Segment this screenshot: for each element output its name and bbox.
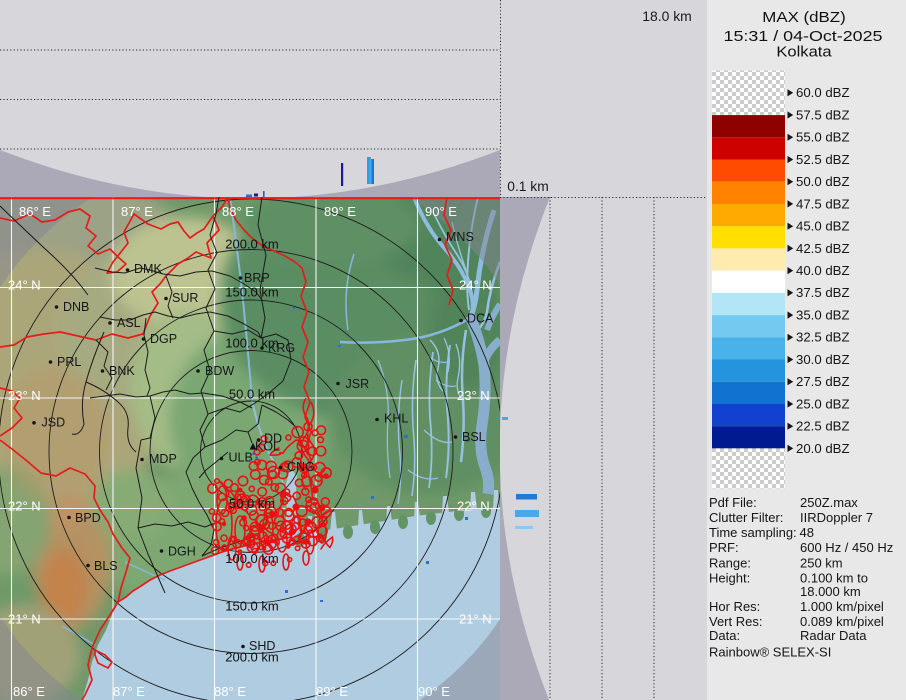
svg-text:SUR: SUR: [172, 291, 198, 305]
svg-text:50.0 km: 50.0 km: [229, 496, 275, 511]
svg-text:KOL: KOL: [255, 440, 280, 454]
svg-text:MDP: MDP: [149, 452, 177, 466]
svg-text:40.0 dBZ: 40.0 dBZ: [796, 263, 850, 278]
svg-text:47.5 dBZ: 47.5 dBZ: [796, 196, 850, 211]
svg-text:22° N: 22° N: [8, 499, 41, 514]
svg-text:21° N: 21° N: [459, 612, 492, 627]
svg-text:Time sampling:: Time sampling:: [709, 525, 797, 540]
svg-text:Radar Data: Radar Data: [800, 628, 867, 643]
svg-text:90° E: 90° E: [418, 684, 450, 699]
svg-text:87° E: 87° E: [113, 684, 145, 699]
svg-text:55.0 dBZ: 55.0 dBZ: [796, 130, 850, 145]
svg-text:JSD: JSD: [42, 416, 66, 430]
svg-text:Rainbow® SELEX-SI: Rainbow® SELEX-SI: [709, 644, 831, 659]
svg-text:21° N: 21° N: [8, 612, 41, 627]
svg-text:52.5 dBZ: 52.5 dBZ: [796, 152, 850, 167]
svg-text:Height:: Height:: [709, 570, 750, 585]
svg-text:PRF:: PRF:: [709, 540, 739, 555]
svg-text:150.0 km: 150.0 km: [225, 285, 278, 300]
svg-text:KRG: KRG: [268, 341, 295, 355]
svg-text:89° E: 89° E: [324, 204, 356, 219]
svg-text:Hor Res:: Hor Res:: [709, 599, 760, 614]
svg-text:150.0 km: 150.0 km: [225, 599, 278, 614]
svg-text:89° E: 89° E: [316, 684, 348, 699]
svg-text:0.1 km: 0.1 km: [507, 179, 548, 194]
svg-text:Data:: Data:: [709, 628, 740, 643]
svg-text:15:31 / 04-Oct-2025: 15:31 / 04-Oct-2025: [724, 29, 883, 45]
svg-text:250 km: 250 km: [800, 555, 843, 570]
svg-text:Vert Res:: Vert Res:: [709, 614, 762, 629]
svg-text:BPD: BPD: [75, 511, 101, 525]
svg-text:23° N: 23° N: [8, 388, 41, 403]
svg-text:DMK: DMK: [134, 262, 162, 276]
svg-text:88° E: 88° E: [214, 684, 246, 699]
svg-text:30.0 dBZ: 30.0 dBZ: [796, 352, 850, 367]
svg-text:600 Hz / 450 Hz: 600 Hz / 450 Hz: [800, 540, 893, 555]
svg-text:0.089 km/pixel: 0.089 km/pixel: [800, 614, 884, 629]
svg-text:PRL: PRL: [57, 355, 81, 369]
svg-text:27.5 dBZ: 27.5 dBZ: [796, 374, 850, 389]
svg-text:BRP: BRP: [244, 271, 270, 285]
svg-text:45.0 dBZ: 45.0 dBZ: [796, 219, 850, 234]
svg-text:88° E: 88° E: [222, 204, 254, 219]
svg-text:Range:: Range:: [709, 555, 751, 570]
svg-text:42.5 dBZ: 42.5 dBZ: [796, 241, 850, 256]
svg-text:23° N: 23° N: [457, 388, 490, 403]
svg-text:DGH: DGH: [168, 545, 196, 559]
svg-text:90° E: 90° E: [425, 204, 457, 219]
svg-text:DNB: DNB: [63, 300, 89, 314]
svg-text:22° N: 22° N: [457, 499, 490, 514]
svg-text:Pdf File:: Pdf File:: [709, 495, 757, 510]
svg-text:24° N: 24° N: [459, 278, 492, 293]
svg-text:24° N: 24° N: [8, 278, 41, 293]
svg-text:BSL: BSL: [462, 430, 486, 444]
svg-text:CNG: CNG: [287, 460, 315, 474]
svg-text:MAX (dBZ): MAX (dBZ): [762, 10, 845, 26]
svg-text:57.5 dBZ: 57.5 dBZ: [796, 107, 850, 122]
svg-text:86° E: 86° E: [13, 684, 45, 699]
svg-text:BDW: BDW: [205, 364, 234, 378]
svg-text:ASL: ASL: [117, 316, 141, 330]
svg-text:35.0 dBZ: 35.0 dBZ: [796, 307, 850, 322]
svg-text:50.0 dBZ: 50.0 dBZ: [796, 174, 850, 189]
svg-text:37.5 dBZ: 37.5 dBZ: [796, 285, 850, 300]
svg-text:Kolkata: Kolkata: [776, 45, 832, 61]
svg-text:50.0 km: 50.0 km: [229, 387, 275, 402]
svg-text:MNS: MNS: [446, 230, 474, 244]
svg-text:Clutter Filter:: Clutter Filter:: [709, 510, 783, 525]
svg-text:JSR: JSR: [346, 377, 370, 391]
svg-text:18.000 km: 18.000 km: [800, 584, 861, 599]
svg-text:KHL: KHL: [384, 412, 408, 426]
svg-text:250Z.max: 250Z.max: [800, 495, 858, 510]
svg-text:48: 48: [800, 525, 814, 540]
svg-text:BNK: BNK: [109, 364, 135, 378]
svg-text:DCA: DCA: [467, 312, 494, 326]
svg-text:32.5 dBZ: 32.5 dBZ: [796, 330, 850, 345]
svg-text:100.0 km: 100.0 km: [225, 551, 278, 566]
svg-text:87° E: 87° E: [121, 204, 153, 219]
svg-text:25.0 dBZ: 25.0 dBZ: [796, 396, 850, 411]
svg-text:IIRDoppler 7: IIRDoppler 7: [800, 510, 873, 525]
svg-text:60.0 dBZ: 60.0 dBZ: [796, 85, 850, 100]
svg-text:86° E: 86° E: [19, 204, 51, 219]
svg-text:BLS: BLS: [94, 559, 118, 573]
svg-text:ULB: ULB: [229, 451, 253, 465]
svg-text:18.0 km: 18.0 km: [642, 9, 692, 24]
svg-text:DGP: DGP: [150, 332, 177, 346]
svg-text:22.5 dBZ: 22.5 dBZ: [796, 419, 850, 434]
svg-text:SHD: SHD: [249, 639, 275, 653]
svg-text:20.0 dBZ: 20.0 dBZ: [796, 441, 850, 456]
svg-text:200.0 km: 200.0 km: [225, 237, 278, 252]
svg-text:1.000 km/pixel: 1.000 km/pixel: [800, 599, 884, 614]
